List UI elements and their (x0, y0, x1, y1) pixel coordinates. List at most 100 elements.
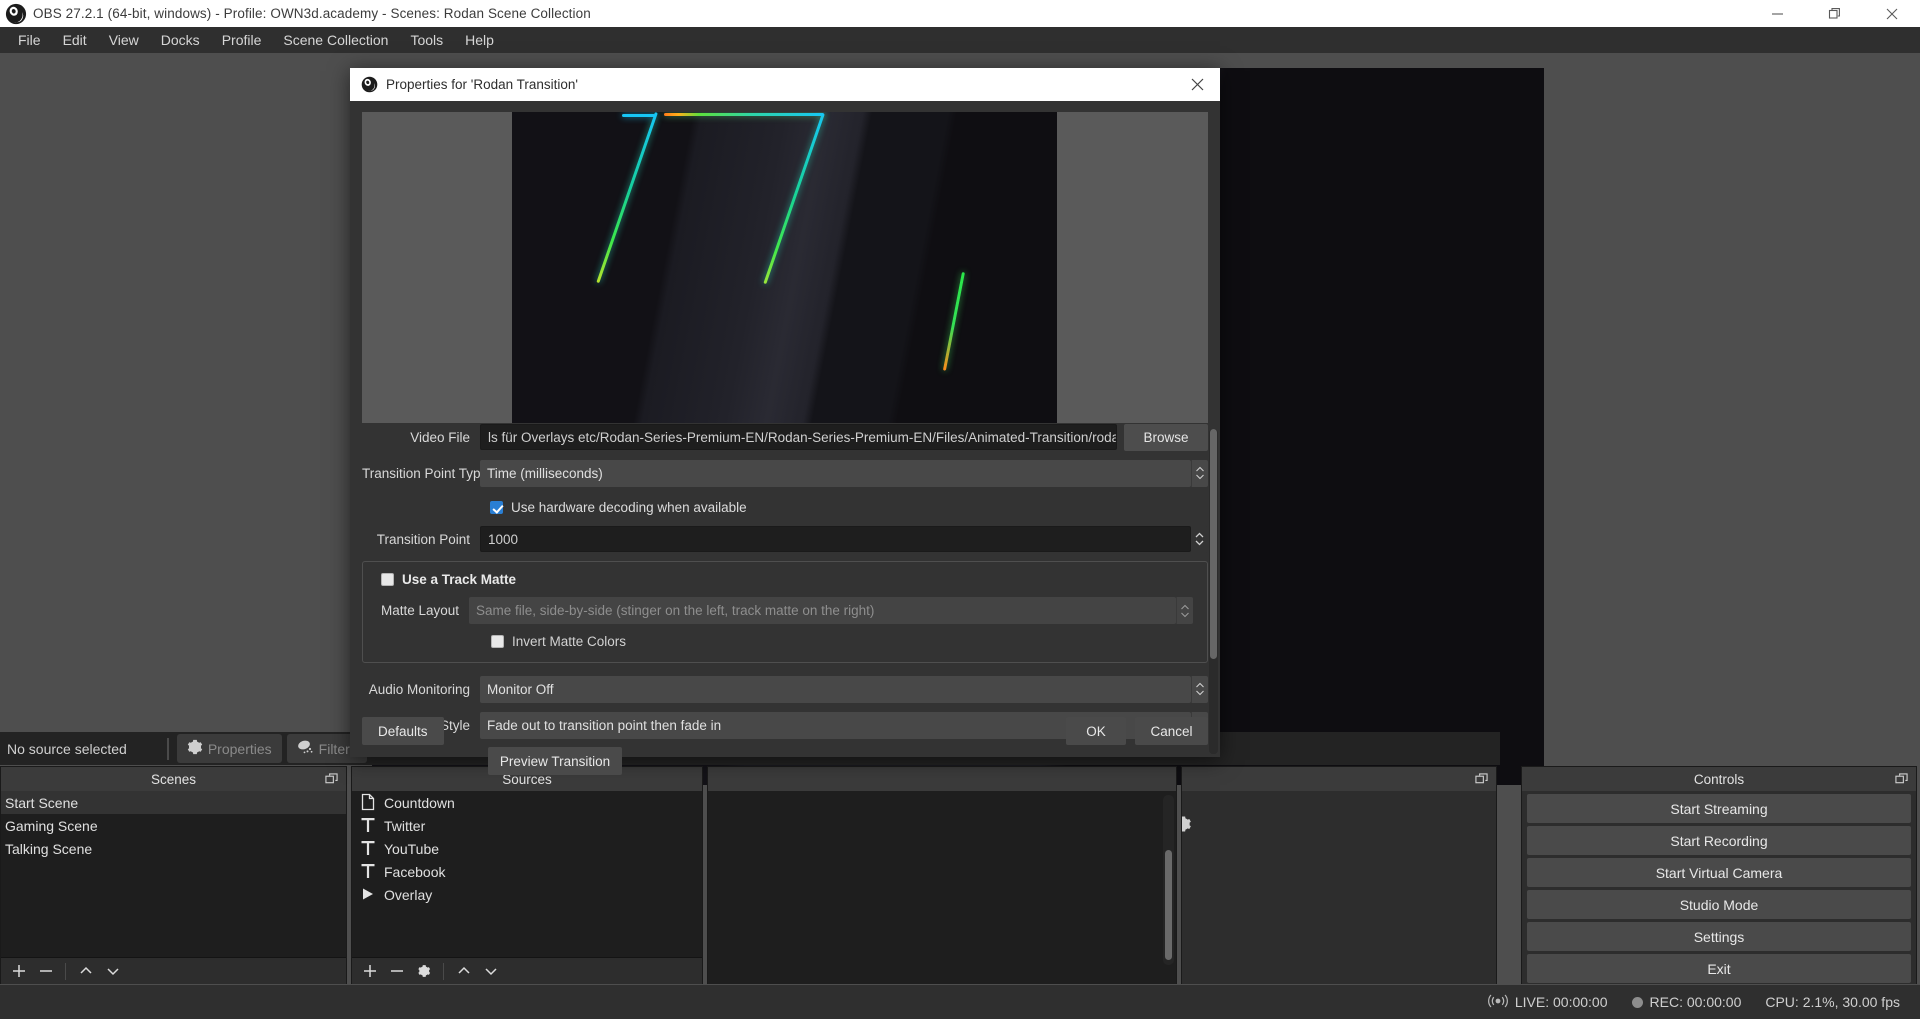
settings-button[interactable]: Settings (1527, 922, 1911, 951)
menu-view[interactable]: View (98, 29, 150, 51)
scenes-list[interactable]: Start Scene Gaming Scene Talking Scene (1, 791, 346, 984)
menu-file[interactable]: File (7, 29, 52, 51)
invert-matte-label: Invert Matte Colors (512, 634, 626, 649)
source-list-item-label: Countdown (384, 795, 455, 811)
hardware-decoding-checkbox[interactable] (490, 501, 503, 514)
menu-docks[interactable]: Docks (150, 29, 211, 51)
menu-scene-collection[interactable]: Scene Collection (272, 29, 399, 51)
filters-icon (297, 739, 314, 758)
menu-help[interactable]: Help (454, 29, 505, 51)
matte-layout-select[interactable]: Same file, side-by-side (stinger on the … (469, 597, 1176, 624)
transition-point-spinner-icon[interactable] (1191, 526, 1208, 553)
transition-point-label: Transition Point (362, 532, 480, 547)
window-titlebar: OBS 27.2.1 (64-bit, windows) - Profile: … (0, 0, 1920, 27)
source-status-label: No source selected (7, 741, 127, 757)
move-down-icon[interactable] (100, 960, 125, 983)
transition-point-type-select[interactable]: Time (milliseconds) (480, 460, 1191, 487)
gear-icon (187, 739, 203, 758)
close-icon[interactable] (1174, 68, 1220, 101)
source-list-item[interactable]: Twitter (352, 814, 702, 837)
source-list-item-label: Facebook (384, 864, 445, 880)
toolbar-divider (167, 738, 169, 760)
track-matte-checkbox[interactable] (381, 573, 394, 586)
invert-matte-checkbox[interactable] (491, 635, 504, 648)
properties-dialog: Properties for 'Rodan Transition' (350, 68, 1220, 757)
source-list-item[interactable]: YouTube (352, 837, 702, 860)
menubar: File Edit View Docks Profile Scene Colle… (0, 27, 1920, 53)
sources-list[interactable]: Countdown Twitter YouTube (352, 791, 702, 984)
mixer-scrollbar-thumb[interactable] (1165, 850, 1172, 960)
restore-icon[interactable] (1806, 0, 1863, 27)
start-streaming-button[interactable]: Start Streaming (1527, 794, 1911, 823)
studio-mode-button[interactable]: Studio Mode (1527, 890, 1911, 919)
matte-layout-spinner-icon[interactable] (1176, 597, 1193, 624)
record-dot-icon (1632, 997, 1643, 1008)
sources-dock: Sources Countdown Twitter (351, 766, 703, 984)
dialog-title: Properties for 'Rodan Transition' (386, 77, 578, 92)
invert-matte-row: Invert Matte Colors (363, 630, 1207, 652)
audio-monitoring-select[interactable]: Monitor Off (480, 676, 1191, 703)
transition-preview-video (512, 112, 1057, 423)
defaults-button[interactable]: Defaults (362, 717, 444, 745)
audio-mixer-body (708, 791, 1176, 984)
cancel-button[interactable]: Cancel (1135, 717, 1208, 745)
remove-icon[interactable] (384, 960, 409, 983)
move-up-icon[interactable] (451, 960, 476, 983)
video-file-input[interactable]: ls für Overlays etc/Rodan-Series-Premium… (480, 424, 1117, 450)
mixer-scrollbar[interactable] (1163, 795, 1174, 965)
dialog-scrollbar-thumb[interactable] (1210, 429, 1217, 659)
source-list-item-label: Twitter (384, 818, 425, 834)
scenes-dock: Scenes Start Scene Gaming Scene Talking … (0, 766, 347, 984)
scene-transitions-body (1182, 791, 1496, 984)
float-dock-icon[interactable] (1895, 773, 1908, 786)
sources-footer-toolbar (352, 957, 702, 984)
matte-layout-label: Matte Layout (363, 603, 469, 618)
move-down-icon[interactable] (478, 960, 503, 983)
close-icon[interactable] (1863, 0, 1920, 27)
start-recording-button[interactable]: Start Recording (1527, 826, 1911, 855)
hardware-decoding-row: Use hardware decoding when available (350, 495, 1220, 519)
source-list-item[interactable]: Facebook (352, 860, 702, 883)
obs-logo-icon (5, 3, 27, 25)
add-icon[interactable] (357, 960, 382, 983)
transition-point-input[interactable]: 1000 (480, 526, 1191, 552)
image-file-icon (360, 793, 377, 812)
browse-button[interactable]: Browse (1124, 424, 1208, 451)
window-title: OBS 27.2.1 (64-bit, windows) - Profile: … (33, 6, 591, 21)
dialog-footer: Defaults OK Cancel (350, 705, 1220, 757)
transition-gear-icon[interactable] (1182, 815, 1192, 838)
menu-profile[interactable]: Profile (211, 29, 273, 51)
source-list-item-label: YouTube (384, 841, 439, 857)
source-list-item-label: Overlay (384, 887, 432, 903)
cpu-status: CPU: 2.1%, 30.00 fps (1765, 994, 1900, 1010)
text-icon (360, 816, 377, 835)
gear-icon[interactable] (411, 960, 436, 983)
rec-status: REC: 00:00:00 (1632, 994, 1742, 1010)
minimize-icon[interactable] (1749, 0, 1806, 27)
exit-button[interactable]: Exit (1527, 954, 1911, 983)
source-list-item[interactable]: Overlay (352, 883, 702, 906)
menu-tools[interactable]: Tools (399, 29, 454, 51)
remove-icon[interactable] (33, 960, 58, 983)
float-dock-icon[interactable] (1475, 773, 1488, 786)
menu-edit[interactable]: Edit (52, 29, 98, 51)
audio-monitoring-spinner-icon[interactable] (1191, 676, 1208, 703)
transition-point-type-label: Transition Point Type (362, 466, 480, 481)
add-icon[interactable] (6, 960, 31, 983)
live-timer-label: LIVE: 00:00:00 (1515, 994, 1608, 1010)
scene-list-item[interactable]: Talking Scene (1, 837, 346, 860)
source-list-item[interactable]: Countdown (352, 791, 702, 814)
scene-list-item[interactable]: Gaming Scene (1, 814, 346, 837)
text-icon (360, 862, 377, 881)
ok-button[interactable]: OK (1066, 717, 1126, 745)
rec-timer-label: REC: 00:00:00 (1650, 994, 1742, 1010)
properties-button[interactable]: Properties (177, 734, 282, 763)
transition-point-type-spinner-icon[interactable] (1191, 460, 1208, 487)
controls-body: Start Streaming Start Recording Start Vi… (1522, 791, 1916, 984)
scene-list-item[interactable]: Start Scene (1, 791, 346, 814)
transition-preview (362, 112, 1208, 423)
cpu-label: CPU: 2.1%, 30.00 fps (1765, 994, 1900, 1010)
start-virtual-camera-button[interactable]: Start Virtual Camera (1527, 858, 1911, 887)
move-up-icon[interactable] (73, 960, 98, 983)
float-dock-icon[interactable] (325, 773, 338, 786)
